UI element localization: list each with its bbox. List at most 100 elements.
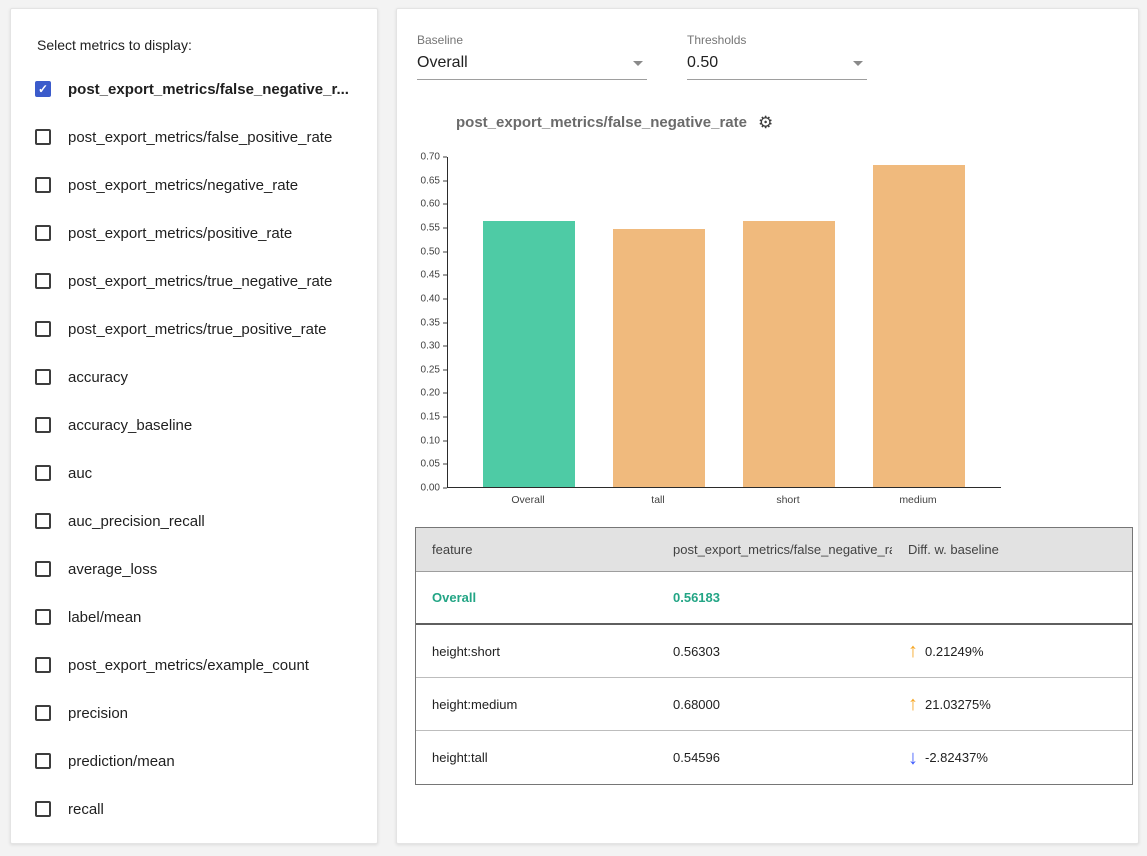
y-tick: 0.25	[421, 364, 447, 375]
x-axis: Overalltallshortmedium	[447, 494, 1001, 506]
metric-item[interactable]: accuracy	[35, 353, 353, 401]
y-tick: 0.55	[421, 222, 447, 233]
checkbox-unchecked-icon[interactable]	[35, 753, 51, 769]
table-row[interactable]: height:short0.56303↑0.21249%	[416, 625, 1132, 678]
thresholds-dropdown-value-row[interactable]: 0.50	[687, 54, 867, 80]
thresholds-dropdown-label: Thresholds	[687, 33, 867, 47]
metric-label: label/mean	[68, 609, 141, 626]
table-row[interactable]: Overall0.56183	[416, 572, 1132, 625]
metric-item[interactable]: recall	[35, 785, 353, 833]
metric-label: accuracy	[68, 369, 128, 386]
controls-row: Baseline Overall Thresholds 0.50	[417, 33, 1120, 80]
metric-label: post_export_metrics/true_positive_rate	[68, 321, 326, 338]
metric-item[interactable]: post_export_metrics/positive_rate	[35, 209, 353, 257]
metric-label: accuracy_baseline	[68, 417, 192, 434]
metric-select-panel: Select metrics to display: ✓ post_export_…	[10, 8, 378, 844]
y-tick: 0.10	[421, 435, 447, 446]
baseline-dropdown-value: Overall	[417, 54, 468, 72]
y-tick: 0.30	[421, 341, 447, 352]
bar-overall[interactable]	[483, 221, 575, 487]
metric-label: recall	[68, 801, 104, 818]
table-body: Overall0.56183height:short0.56303↑0.2124…	[416, 572, 1132, 784]
chevron-down-icon[interactable]	[633, 61, 643, 66]
chart-header: post_export_metrics/false_negative_rate …	[456, 114, 1120, 131]
metric-item[interactable]: prediction/mean	[35, 737, 353, 785]
checkbox-unchecked-icon[interactable]	[35, 513, 51, 529]
chart-title: post_export_metrics/false_negative_rate	[456, 114, 747, 131]
metric-label: average_loss	[68, 561, 157, 578]
table-header-cell: Diff. w. baseline	[892, 542, 1132, 557]
gear-icon[interactable]: ⚙	[758, 114, 773, 131]
y-tick: 0.05	[421, 459, 447, 470]
feature-cell: Overall	[416, 590, 657, 605]
metric-item[interactable]: post_export_metrics/true_negative_rate	[35, 257, 353, 305]
y-tick: 0.65	[421, 175, 447, 186]
value-cell: 0.54596	[657, 750, 892, 765]
checkbox-unchecked-icon[interactable]	[35, 417, 51, 433]
baseline-dropdown[interactable]: Baseline Overall	[417, 33, 647, 80]
table-header: featurepost_export_metrics/false_negativ…	[416, 528, 1132, 572]
y-tick-label: 0.70	[421, 152, 440, 163]
thresholds-dropdown[interactable]: Thresholds 0.50	[687, 33, 867, 80]
thresholds-dropdown-value: 0.50	[687, 54, 718, 72]
metric-item[interactable]: post_export_metrics/example_count	[35, 641, 353, 689]
bar-chart: 0.000.050.100.150.200.250.300.350.400.45…	[415, 157, 1120, 517]
checkbox-unchecked-icon[interactable]	[35, 225, 51, 241]
metric-label: auc	[68, 465, 92, 482]
metric-item[interactable]: ✓ post_export_metrics/false_negative_r...	[35, 65, 353, 113]
diff-cell: ↓ -2.82437%	[892, 748, 1132, 768]
checkbox-unchecked-icon[interactable]	[35, 177, 51, 193]
bar-slot	[854, 157, 984, 487]
baseline-dropdown-value-row[interactable]: Overall	[417, 54, 647, 80]
metric-item[interactable]: accuracy_baseline	[35, 401, 353, 449]
y-tick-label: 0.55	[421, 222, 440, 233]
checkbox-unchecked-icon[interactable]	[35, 609, 51, 625]
diff-cell: ↑0.21249%	[892, 641, 1132, 661]
metric-item[interactable]: auc	[35, 449, 353, 497]
table-row[interactable]: height:medium0.68000↑21.03275%	[416, 678, 1132, 731]
table-row[interactable]: height:tall0.54596↓-2.82437%	[416, 731, 1132, 784]
diff-value: -2.82437%	[925, 750, 988, 765]
y-axis: 0.000.050.100.150.200.250.300.350.400.45…	[415, 157, 447, 488]
checkbox-unchecked-icon[interactable]	[35, 273, 51, 289]
y-tick: 0.70	[421, 152, 447, 163]
x-tick-label: medium	[853, 494, 983, 506]
y-tick: 0.35	[421, 317, 447, 328]
checkbox-unchecked-icon[interactable]	[35, 657, 51, 673]
checkbox-unchecked-icon[interactable]	[35, 369, 51, 385]
table-header-cell: post_export_metrics/false_negative_rat..…	[657, 542, 892, 557]
value-cell: 0.56303	[657, 644, 892, 659]
metric-item[interactable]: precision	[35, 689, 353, 737]
value-cell: 0.68000	[657, 697, 892, 712]
y-tick-label: 0.40	[421, 293, 440, 304]
y-tick-label: 0.60	[421, 199, 440, 210]
checkbox-unchecked-icon[interactable]	[35, 129, 51, 145]
metric-item[interactable]: label/mean	[35, 593, 353, 641]
metric-item[interactable]: post_export_metrics/negative_rate	[35, 161, 353, 209]
y-tick: 0.40	[421, 293, 447, 304]
x-tick-label: tall	[593, 494, 723, 506]
metrics-table: featurepost_export_metrics/false_negativ…	[415, 527, 1133, 785]
metric-item[interactable]: post_export_metrics/true_positive_rate	[35, 305, 353, 353]
down-arrow-icon: ↓	[908, 748, 918, 768]
bar-slot	[724, 157, 854, 487]
y-tick: 0.50	[421, 246, 447, 257]
checkbox-unchecked-icon[interactable]	[35, 465, 51, 481]
checkbox-checked-icon[interactable]: ✓	[35, 81, 51, 97]
chevron-down-icon[interactable]	[853, 61, 863, 66]
metric-select-title: Select metrics to display:	[37, 37, 353, 53]
baseline-dropdown-label: Baseline	[417, 33, 647, 47]
checkbox-unchecked-icon[interactable]	[35, 705, 51, 721]
checkbox-unchecked-icon[interactable]	[35, 561, 51, 577]
fairness-indicators-app: Select metrics to display: ✓ post_export_…	[0, 0, 1147, 856]
y-tick-label: 0.10	[421, 435, 440, 446]
checkbox-unchecked-icon[interactable]	[35, 321, 51, 337]
metric-label: post_export_metrics/false_negative_r...	[68, 81, 349, 98]
bar-tall[interactable]	[613, 229, 705, 487]
metric-item[interactable]: auc_precision_recall	[35, 497, 353, 545]
metric-item[interactable]: average_loss	[35, 545, 353, 593]
metric-item[interactable]: post_export_metrics/false_positive_rate	[35, 113, 353, 161]
checkbox-unchecked-icon[interactable]	[35, 801, 51, 817]
bar-medium[interactable]	[873, 165, 965, 487]
bar-short[interactable]	[743, 221, 835, 487]
